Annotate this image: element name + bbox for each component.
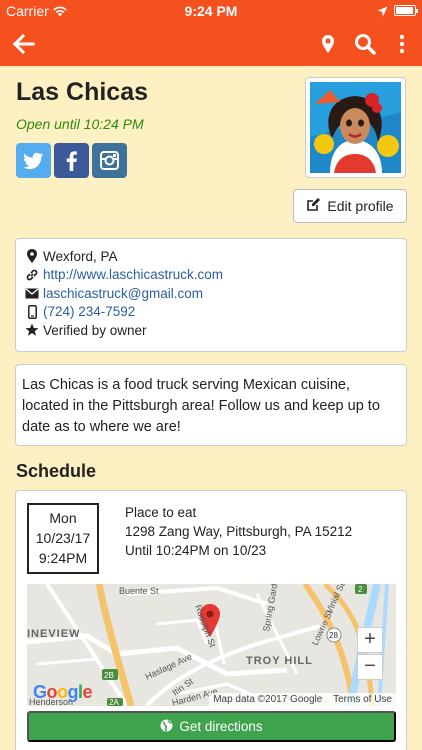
- map-attribution: Map data ©2017 Google Terms of Use: [209, 693, 396, 706]
- website-link[interactable]: http://www.laschicastruck.com: [43, 267, 223, 282]
- instagram-icon[interactable]: [92, 143, 127, 178]
- battery-icon: [394, 5, 418, 16]
- event-details: Place to eat 1298 Zang Way, Pittsburgh, …: [125, 503, 352, 560]
- date-date: 10/23/17: [35, 530, 91, 546]
- map-label-troy-hill: TROY HILL: [246, 655, 313, 667]
- website-row: http://www.laschicastruck.com: [24, 266, 398, 285]
- edit-profile-button[interactable]: Edit profile: [293, 189, 407, 223]
- globe-icon: [160, 719, 173, 735]
- location-arrow-icon: [377, 4, 388, 20]
- about-text: Las Chicas is a food truck serving Mexic…: [22, 377, 380, 435]
- schedule-heading: Schedule: [16, 461, 97, 481]
- event-until: Until 10:24PM on 10/23: [125, 543, 267, 558]
- map-marker-icon: [24, 249, 40, 264]
- back-arrow-icon[interactable]: [12, 33, 36, 55]
- map-route-28: 28: [329, 631, 338, 640]
- verified-row: Verified by owner: [24, 321, 398, 340]
- map-label-buente: Buente St: [119, 586, 159, 596]
- schedule-card: Mon 10/23/17 9:24PM Place to eat 1298 Za…: [15, 490, 407, 750]
- envelope-icon: [24, 286, 40, 300]
- date-day: Mon: [49, 510, 77, 526]
- map-label-ineview: INEVIEW: [27, 628, 80, 640]
- get-directions-label: Get directions: [179, 719, 263, 734]
- more-vertical-icon[interactable]: [390, 32, 414, 56]
- twitter-icon[interactable]: [16, 143, 51, 178]
- search-icon[interactable]: [353, 32, 377, 56]
- phone-link[interactable]: (724) 234-7592: [43, 304, 135, 319]
- phone-icon: [24, 304, 40, 319]
- open-status: Open until 10:24 PM: [16, 116, 144, 132]
- google-logo: Google: [33, 682, 93, 702]
- phone-row: (724) 234-7592: [24, 303, 398, 322]
- date-box: Mon 10/23/17 9:24PM: [27, 503, 99, 574]
- location-map[interactable]: INEVIEW TROY HILL Buente St Haslage Ave …: [27, 584, 396, 706]
- link-icon: [24, 268, 40, 282]
- location-text: Wexford, PA: [43, 248, 118, 264]
- zoom-out-button[interactable]: −: [357, 654, 383, 680]
- get-directions-button[interactable]: Get directions: [27, 711, 396, 742]
- email-link[interactable]: laschicastruck@gmail.com: [43, 286, 203, 301]
- zoom-in-button[interactable]: +: [357, 627, 383, 653]
- map-route-2: 2: [358, 585, 363, 594]
- status-bar: Carrier 9:24 PM: [0, 0, 422, 22]
- map-marker-icon[interactable]: [316, 32, 340, 56]
- map-route-2b: 2B: [104, 671, 114, 680]
- verified-text: Verified by owner: [43, 322, 147, 338]
- edit-icon: [306, 197, 321, 215]
- email-row: laschicastruck@gmail.com: [24, 284, 398, 303]
- profile-avatar: [305, 77, 406, 178]
- map-data-text: Map data ©2017 Google: [213, 694, 323, 705]
- star-icon: [24, 323, 40, 337]
- facebook-icon[interactable]: [54, 143, 89, 178]
- map-route-2a: 2A: [109, 698, 119, 706]
- location-row: Wexford, PA: [24, 247, 398, 266]
- terms-of-use-link[interactable]: Terms of Use: [333, 694, 392, 705]
- event-address: 1298 Zang Way, Pittsburgh, PA 15212: [125, 524, 353, 539]
- contact-info-card: Wexford, PA http://www.laschicastruck.co…: [15, 238, 407, 352]
- about-card: Las Chicas is a food truck serving Mexic…: [15, 364, 407, 446]
- event-name: Place to eat: [125, 505, 197, 520]
- date-time: 9:24PM: [38, 550, 88, 566]
- top-navbar: [0, 22, 422, 66]
- truck-name: Las Chicas: [16, 78, 149, 106]
- clock: 9:24 PM: [184, 3, 238, 19]
- edit-profile-label: Edit profile: [327, 198, 394, 214]
